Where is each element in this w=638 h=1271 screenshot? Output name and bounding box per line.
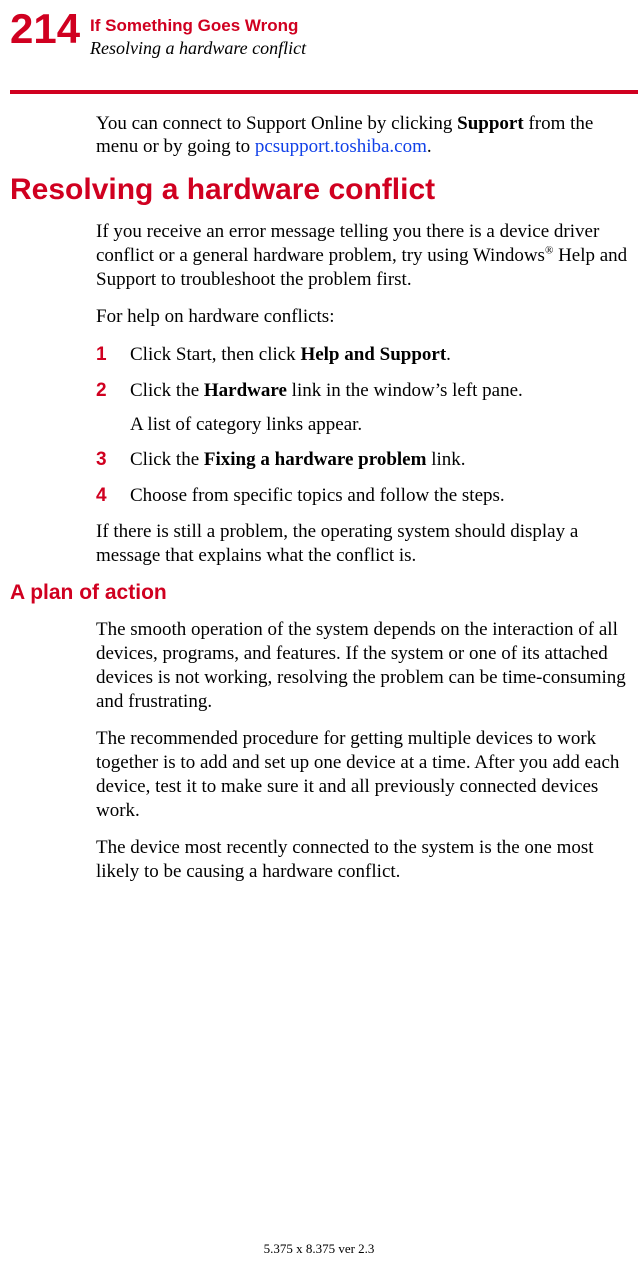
text: Click the: [130, 380, 204, 401]
bold-text: Hardware: [204, 380, 287, 401]
paragraph: If there is still a problem, the operati…: [96, 520, 628, 568]
step-3: 3 Click the Fixing a hardware problem li…: [96, 448, 628, 472]
text: If you receive an error message telling …: [96, 221, 599, 266]
step-body: Choose from specific topics and follow t…: [130, 484, 628, 508]
page: 214 If Something Goes Wrong Resolving a …: [0, 0, 638, 1271]
paragraph: The recommended procedure for getting mu…: [96, 727, 628, 822]
bold-text: Fixing a hardware problem: [204, 449, 427, 470]
paragraph: You can connect to Support Online by cli…: [96, 112, 628, 160]
step-number: 1: [96, 343, 130, 367]
text: .: [446, 344, 451, 365]
page-number: 214: [0, 8, 90, 50]
text: You can connect to Support Online by cli…: [96, 113, 457, 134]
step-body: Click the Fixing a hardware problem link…: [130, 448, 628, 472]
paragraph: For help on hardware conflicts:: [96, 305, 628, 329]
text: Click the: [130, 449, 204, 470]
step-number: 4: [96, 484, 130, 508]
step-subtext: A list of category links appear.: [130, 413, 628, 437]
step-number: 3: [96, 448, 130, 472]
text: .: [427, 136, 432, 157]
page-header: 214 If Something Goes Wrong Resolving a …: [0, 0, 638, 62]
step-body: Click the Hardware link in the window’s …: [130, 379, 628, 437]
bold-text: Help and Support: [300, 344, 446, 365]
step-2: 2 Click the Hardware link in the window’…: [96, 379, 628, 437]
step-4: 4 Choose from specific topics and follow…: [96, 484, 628, 508]
step-body: Click Start, then click Help and Support…: [130, 343, 628, 367]
paragraph: The smooth operation of the system depen…: [96, 618, 628, 713]
step-1: 1 Click Start, then click Help and Suppo…: [96, 343, 628, 367]
body: If you receive an error message telling …: [0, 220, 638, 567]
text: link.: [426, 449, 465, 470]
support-link[interactable]: pcsupport.toshiba.com: [255, 136, 427, 157]
intro-paragraph: You can connect to Support Online by cli…: [0, 112, 638, 160]
text: link in the window’s left pane.: [287, 380, 523, 401]
heading-resolving-hardware-conflict: Resolving a hardware conflict: [0, 173, 638, 206]
section-subtitle: Resolving a hardware conflict: [90, 36, 306, 61]
text: Click Start, then click: [130, 344, 300, 365]
chapter-title: If Something Goes Wrong: [90, 16, 306, 36]
paragraph: If you receive an error message telling …: [96, 220, 628, 291]
text: Choose from specific topics and follow t…: [130, 485, 505, 506]
bold-text: Support: [457, 113, 524, 134]
header-rule: [10, 90, 638, 94]
paragraph: The device most recently connected to th…: [96, 836, 628, 884]
heading-plan-of-action: A plan of action: [0, 581, 638, 604]
header-titles: If Something Goes Wrong Resolving a hard…: [90, 8, 306, 62]
step-number: 2: [96, 379, 130, 437]
body: The smooth operation of the system depen…: [0, 618, 638, 884]
footer-text: 5.375 x 8.375 ver 2.3: [0, 1241, 638, 1257]
